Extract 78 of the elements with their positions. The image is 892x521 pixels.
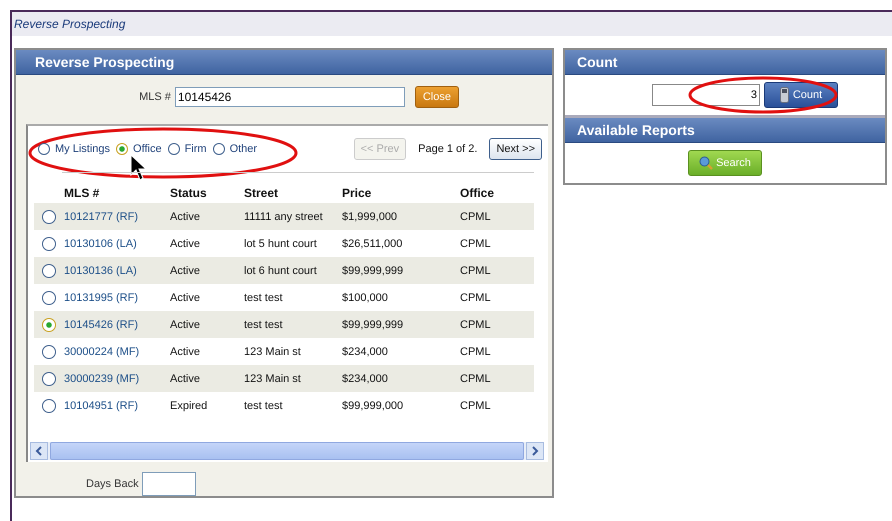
mls-link[interactable]: 30000224 (MF) — [64, 346, 170, 358]
table-cell-text: $99,999,999 — [342, 264, 404, 276]
filter-label[interactable]: Firm — [184, 143, 207, 155]
table-cell-text: CPML — [460, 292, 492, 304]
mls-link[interactable]: 10130106 (LA) — [64, 238, 170, 250]
count-button[interactable]: Count — [764, 82, 838, 108]
column-header: Office — [460, 186, 496, 200]
table-cell-text: Active — [170, 238, 201, 250]
table-cell-text: Active — [170, 210, 201, 222]
radio-button[interactable] — [38, 143, 50, 155]
page-info: Page 1 of 2. — [418, 143, 478, 155]
table-cell-text: Active — [170, 318, 201, 330]
table-cell-text: CPML — [460, 264, 492, 276]
mls-link[interactable]: 10121777 (RF) — [64, 210, 170, 222]
table-cell-text: Active — [170, 292, 201, 304]
scroll-left-icon[interactable] — [30, 442, 48, 460]
table-cell-text: CPML — [460, 400, 492, 412]
window-title: Reverse Prospecting — [14, 17, 126, 31]
panel-title: Count — [577, 54, 618, 70]
mls-link[interactable]: 10145426 (RF) — [64, 318, 170, 330]
mls-link[interactable]: 10104951 (RF) — [64, 400, 170, 412]
radio-button[interactable] — [42, 344, 56, 358]
table-cell-text: $99,999,000 — [342, 400, 404, 412]
mls-link[interactable]: 10131995 (RF) — [64, 292, 170, 304]
cursor-icon — [129, 154, 147, 182]
table-cell-text: $100,000 — [342, 292, 389, 304]
count-field[interactable]: 3 — [652, 84, 760, 106]
next-button[interactable]: Next >> — [489, 138, 542, 160]
column-header: Status — [170, 186, 208, 200]
radio-button[interactable] — [168, 143, 180, 155]
table-cell-text: Expired — [170, 400, 208, 412]
table-cell-text: 123 Main st — [244, 346, 302, 358]
table-cell-text: $26,511,000 — [342, 238, 404, 250]
radio-button[interactable] — [42, 210, 56, 224]
table-cell-text: CPML — [460, 210, 492, 222]
radio-button[interactable] — [42, 264, 56, 278]
table-cell-text: CPML — [460, 238, 492, 250]
radio-button[interactable] — [42, 290, 56, 304]
column-header: Street — [244, 186, 280, 200]
scroll-right-icon[interactable] — [526, 442, 544, 460]
search-icon — [699, 156, 714, 170]
mls-link[interactable]: 10130136 (LA) — [64, 264, 170, 276]
table-cell-text: CPML — [460, 346, 492, 358]
table-cell-text: lot 6 hunt court — [244, 264, 318, 276]
table-cell-text: Active — [170, 264, 201, 276]
field-label: MLS # — [139, 91, 171, 103]
days-back-field[interactable] — [142, 472, 196, 496]
filter-label[interactable]: My Listings — [55, 143, 110, 155]
table-cell-text: 11111 any street — [244, 210, 324, 222]
mls-link[interactable]: 30000239 (MF) — [64, 372, 170, 384]
table-cell-text: 123 Main st — [244, 372, 302, 384]
table-cell-text: $234,000 — [342, 346, 389, 358]
table-cell-text: test test — [244, 400, 284, 412]
table-cell-text: test test — [244, 318, 284, 330]
radio-button[interactable] — [212, 143, 225, 155]
radio-button[interactable] — [42, 236, 56, 250]
table-cell-text: CPML — [460, 318, 492, 330]
panel-title: Reverse Prospecting — [35, 54, 174, 70]
calculator-icon — [780, 87, 789, 103]
table-cell-text: Active — [170, 372, 201, 384]
field-label: Days Back — [86, 478, 139, 490]
table-cell-text: $234,000 — [342, 372, 389, 384]
table-cell-text: $99,999,999 — [342, 318, 404, 330]
mls-input-field[interactable]: 10145426 — [174, 87, 405, 107]
filter-label[interactable]: Office — [133, 143, 162, 155]
table-cell-text: lot 5 hunt court — [244, 238, 318, 250]
table-cell-text: Active — [170, 346, 201, 358]
panel-title: Available Reports — [577, 122, 695, 138]
radio-button[interactable] — [42, 398, 56, 412]
radio-button[interactable] — [116, 143, 128, 155]
table-cell-text: test test — [244, 292, 284, 304]
column-header: MLS # — [64, 186, 100, 200]
radio-button[interactable] — [42, 318, 56, 332]
table-cell-text: $1,999,000 — [342, 210, 398, 222]
radio-button[interactable] — [42, 372, 56, 386]
filter-label[interactable]: Other — [230, 143, 258, 155]
table-cell-text: CPML — [460, 372, 492, 384]
column-header: Price — [342, 186, 372, 200]
